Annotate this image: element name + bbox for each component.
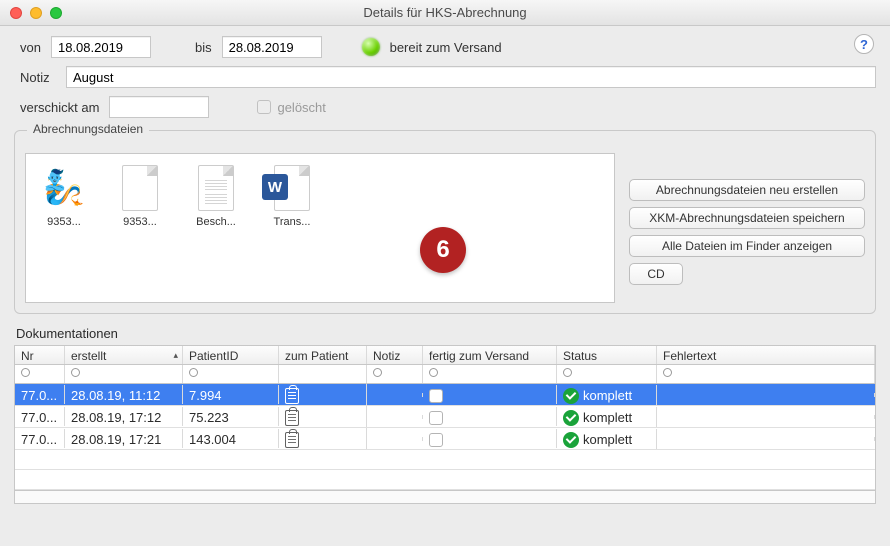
help-button[interactable]: ? — [854, 34, 874, 54]
xkm-save-button[interactable]: XKM-Abrechnungsdateien speichern — [629, 207, 865, 229]
status-led-icon — [362, 38, 380, 56]
check-circle-icon — [563, 410, 579, 426]
geloescht-label: gelöscht — [277, 100, 325, 115]
clipboard-icon — [285, 388, 299, 404]
annotation-badge: 6 — [420, 227, 466, 273]
table-row[interactable]: 77.0... 28.08.19, 17:21 143.004 komplett — [15, 428, 875, 450]
cell-notiz — [367, 415, 423, 419]
cell-fehlertext — [657, 437, 875, 441]
file-name: 9353... — [36, 216, 92, 228]
file-item[interactable]: 9353... — [112, 164, 168, 228]
filter-radio-icon[interactable] — [429, 368, 438, 377]
col-nr[interactable]: Nr — [15, 346, 65, 364]
col-status[interactable]: Status — [557, 346, 657, 364]
cell-erstellt: 28.08.19, 17:21 — [65, 429, 183, 448]
sort-asc-icon: ▴ — [173, 350, 178, 361]
cd-button[interactable]: CD — [629, 263, 683, 285]
verschickt-row: verschickt am gelöscht — [20, 96, 876, 118]
filter-radio-icon[interactable] — [563, 368, 572, 377]
cell-pid: 7.994 — [183, 385, 279, 404]
cell-nr: 77.0... — [15, 407, 65, 426]
notiz-row: Notiz — [20, 66, 876, 88]
cell-fertig[interactable] — [423, 429, 557, 449]
clipboard-icon — [285, 432, 299, 448]
table-row — [15, 450, 875, 470]
cell-notiz — [367, 437, 423, 441]
files-groupbox: Abrechnungsdateien 🧞 9353... 9353... — [14, 130, 876, 314]
cell-fehlertext — [657, 415, 875, 419]
file-name: 9353... — [112, 216, 168, 228]
notiz-input[interactable] — [66, 66, 876, 88]
table-row[interactable]: 77.0... 28.08.19, 11:12 7.994 komplett — [15, 384, 875, 406]
files-group-title: Abrechnungsdateien — [27, 122, 149, 136]
checkbox-icon — [257, 100, 271, 114]
col-notiz[interactable]: Notiz — [367, 346, 423, 364]
table-row — [15, 470, 875, 490]
blank-page-icon — [116, 164, 164, 212]
file-item[interactable]: W Trans... — [264, 164, 320, 228]
von-label: von — [20, 40, 41, 55]
check-circle-icon — [563, 432, 579, 448]
check-circle-icon — [563, 388, 579, 404]
cell-fehlertext — [657, 393, 875, 397]
col-zum-patient[interactable]: zum Patient — [279, 346, 367, 364]
word-doc-icon: W — [268, 164, 316, 212]
text-page-icon — [192, 164, 240, 212]
files-panel[interactable]: 🧞 9353... 9353... Besch... — [25, 153, 615, 303]
cell-nr: 77.0... — [15, 385, 65, 404]
table-header: Nr erstellt▴ PatientID zum Patient Notiz… — [15, 346, 875, 365]
docs-section-title: Dokumentationen — [16, 326, 876, 341]
window-titlebar: Details für HKS-Abrechnung — [0, 0, 890, 26]
cell-pid: 75.223 — [183, 407, 279, 426]
status-text: bereit zum Versand — [390, 40, 502, 55]
filter-radio-icon[interactable] — [71, 368, 80, 377]
cell-nr: 77.0... — [15, 429, 65, 448]
cell-status: komplett — [557, 429, 657, 449]
bis-input[interactable] — [222, 36, 322, 58]
filter-radio-icon[interactable] — [663, 368, 672, 377]
geloescht-checkbox: gelöscht — [257, 100, 325, 115]
genie-icon: 🧞 — [40, 164, 88, 212]
file-buttons: Abrechnungsdateien neu erstellen XKM-Abr… — [629, 179, 865, 285]
verschickt-input[interactable] — [109, 96, 209, 118]
cell-pid: 143.004 — [183, 429, 279, 448]
file-item[interactable]: 🧞 9353... — [36, 164, 92, 228]
clipboard-icon — [285, 410, 299, 426]
checkbox-icon[interactable] — [429, 433, 443, 447]
filter-radio-icon[interactable] — [373, 368, 382, 377]
file-item[interactable]: Besch... — [188, 164, 244, 228]
verschickt-label: verschickt am — [20, 100, 99, 115]
file-name: Besch... — [188, 216, 244, 228]
cell-notiz — [367, 393, 423, 397]
table-filter-row — [15, 365, 875, 384]
filter-radio-icon[interactable] — [189, 368, 198, 377]
cell-erstellt: 28.08.19, 17:12 — [65, 407, 183, 426]
checkbox-icon[interactable] — [429, 411, 443, 425]
cell-zum-patient[interactable] — [279, 384, 367, 405]
notiz-label: Notiz — [20, 70, 56, 85]
col-patient-id[interactable]: PatientID — [183, 346, 279, 364]
cell-fertig[interactable] — [423, 385, 557, 405]
cell-zum-patient[interactable] — [279, 406, 367, 427]
von-input[interactable] — [51, 36, 151, 58]
checkbox-icon[interactable] — [429, 389, 443, 403]
cell-status: komplett — [557, 385, 657, 405]
window-title: Details für HKS-Abrechnung — [0, 5, 890, 20]
col-erstellt[interactable]: erstellt▴ — [65, 346, 183, 364]
table-row[interactable]: 77.0... 28.08.19, 17:12 75.223 komplett — [15, 406, 875, 428]
date-filter-row: von bis bereit zum Versand — [20, 36, 876, 58]
horizontal-scrollbar[interactable] — [14, 490, 876, 504]
bis-label: bis — [195, 40, 212, 55]
cell-fertig[interactable] — [423, 407, 557, 427]
regen-files-button[interactable]: Abrechnungsdateien neu erstellen — [629, 179, 865, 201]
col-fehlertext[interactable]: Fehlertext — [657, 346, 875, 364]
filter-radio-icon[interactable] — [21, 368, 30, 377]
cell-status: komplett — [557, 407, 657, 427]
docs-table: Nr erstellt▴ PatientID zum Patient Notiz… — [14, 345, 876, 490]
cell-erstellt: 28.08.19, 11:12 — [65, 385, 183, 404]
file-name: Trans... — [264, 216, 320, 228]
show-finder-button[interactable]: Alle Dateien im Finder anzeigen — [629, 235, 865, 257]
col-fertig[interactable]: fertig zum Versand — [423, 346, 557, 364]
cell-zum-patient[interactable] — [279, 428, 367, 449]
